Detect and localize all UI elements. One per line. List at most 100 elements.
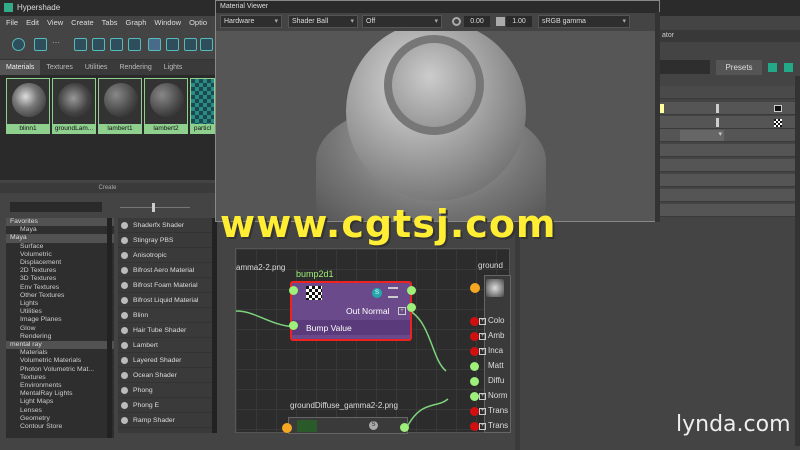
toolbar-button-10[interactable] xyxy=(184,38,197,51)
gamma-field[interactable]: 1.00 xyxy=(506,16,532,27)
ground-input-port[interactable] xyxy=(470,332,479,341)
tree-item[interactable]: Lights xyxy=(6,300,114,308)
ground-output-port[interactable] xyxy=(470,283,480,293)
menu-file[interactable]: File xyxy=(6,16,18,30)
ground-input-port[interactable] xyxy=(470,407,479,416)
expand-icon[interactable]: + xyxy=(479,423,486,430)
tree-item[interactable]: Materials xyxy=(6,349,114,357)
tree-item[interactable]: MentalRay Lights xyxy=(6,390,114,398)
tree-item[interactable]: Rendering xyxy=(6,333,114,341)
node-type-item[interactable]: Hair Tube Shader xyxy=(118,323,212,338)
geometry-dropdown[interactable]: Shader Ball xyxy=(288,15,358,28)
diffuse-node[interactable]: S xyxy=(288,417,408,434)
node-type-item[interactable]: Anisotropic xyxy=(118,248,212,263)
node-type-item[interactable]: Blinn xyxy=(118,308,212,323)
environment-dropdown[interactable]: Off xyxy=(362,15,442,28)
tree-item[interactable]: 2D Textures xyxy=(6,267,114,275)
tree-scrollbar[interactable] xyxy=(107,218,112,438)
toolbar-button-1[interactable] xyxy=(12,38,25,51)
tree-item[interactable]: Env Textures xyxy=(6,284,114,292)
toolbar-button-7[interactable] xyxy=(128,38,141,51)
bump-top-left-port[interactable] xyxy=(289,286,298,295)
swatch-lambert1[interactable]: lambert1 xyxy=(98,78,142,134)
list-icon[interactable] xyxy=(388,287,398,298)
expand-icon[interactable]: + xyxy=(479,393,486,400)
bump-in-port[interactable] xyxy=(289,321,298,330)
tree-item[interactable]: Maya xyxy=(6,226,114,234)
tab-lights[interactable]: Lights xyxy=(158,60,189,75)
attr-slider-handle[interactable] xyxy=(716,104,719,113)
renderer-dropdown[interactable]: Hardware xyxy=(220,15,282,28)
node-type-item[interactable]: Bifrost Aero Material xyxy=(118,263,212,278)
tree-item[interactable]: Volumetric Materials xyxy=(6,357,114,365)
tree-item[interactable]: Geometry xyxy=(6,415,114,423)
tree-item[interactable]: Volumetric xyxy=(6,251,114,259)
toolbar-button-6[interactable] xyxy=(110,38,123,51)
node-type-item[interactable]: Phong xyxy=(118,383,212,398)
diffuse-output-port[interactable] xyxy=(400,423,409,432)
node-type-item[interactable]: Shaderfx Shader xyxy=(118,218,212,233)
map-button-icon[interactable] xyxy=(774,105,782,112)
ground-input-port[interactable] xyxy=(470,392,479,401)
attr-dropdown[interactable]: ▾ xyxy=(680,130,724,141)
menu-create[interactable]: Create xyxy=(71,16,94,30)
colorspace-dropdown[interactable]: sRGB gamma xyxy=(538,15,630,28)
tree-category-header[interactable]: Favorites xyxy=(6,218,114,227)
panel-divider[interactable] xyxy=(515,222,520,450)
tree-item[interactable]: Textures xyxy=(6,374,114,382)
icon-size-slider[interactable] xyxy=(120,203,190,212)
tab-textures[interactable]: Textures xyxy=(40,60,78,75)
tab-utilities[interactable]: Utilities xyxy=(79,60,114,75)
node-type-item[interactable]: Ocean Shader xyxy=(118,368,212,383)
slider-handle[interactable] xyxy=(152,203,155,212)
attribute-dropdown-row[interactable]: ▾ xyxy=(660,129,795,142)
toolbar-button-9[interactable] xyxy=(166,38,179,51)
tree-category-header[interactable]: mental ray xyxy=(6,341,114,350)
attr-slider-handle[interactable] xyxy=(716,118,719,127)
toolbar-button-2[interactable] xyxy=(34,38,47,51)
menu-window[interactable]: Window xyxy=(154,16,181,30)
tree-item[interactable]: Displacement xyxy=(6,259,114,267)
checker-map-icon[interactable] xyxy=(774,119,782,127)
tree-item[interactable]: Contour Store xyxy=(6,423,114,431)
node-type-item[interactable]: Stingray PBS xyxy=(118,233,212,248)
tree-category-header[interactable]: Maya xyxy=(6,234,114,243)
menu-graph[interactable]: Graph xyxy=(126,16,147,30)
attribute-row-slider[interactable] xyxy=(660,116,795,129)
toolbar-button-5[interactable] xyxy=(92,38,105,51)
node-type-item[interactable]: Ramp Shader xyxy=(118,413,212,428)
bump2d1-node[interactable]: bump2d1 S Out Normal + Bump Value xyxy=(290,269,412,341)
bump-top-right-port[interactable] xyxy=(407,286,416,295)
ground-input-port[interactable] xyxy=(470,347,479,356)
tree-item[interactable]: Light Maps xyxy=(6,398,114,406)
node-type-item[interactable]: Bifrost Liquid Material xyxy=(118,293,212,308)
tree-item[interactable]: Environments xyxy=(6,382,114,390)
toolbar-button-8[interactable] xyxy=(148,38,161,51)
toolbar-button-3[interactable]: ⋯ xyxy=(52,38,65,51)
hide-icon[interactable] xyxy=(784,63,793,72)
expand-icon[interactable]: + xyxy=(479,348,486,355)
swatch-blinn1[interactable]: blinn1 xyxy=(6,78,50,134)
ground-input-port[interactable] xyxy=(470,422,479,431)
menu-edit[interactable]: Edit xyxy=(26,16,39,30)
exposure-field[interactable]: 0.00 xyxy=(464,16,490,27)
menu-view[interactable]: View xyxy=(47,16,63,30)
attribute-row-slider[interactable] xyxy=(660,102,795,115)
node-type-item[interactable]: Phong E xyxy=(118,398,212,413)
expand-icon[interactable]: + xyxy=(479,408,486,415)
node-type-item[interactable]: Layered Shader xyxy=(118,353,212,368)
node-type-item[interactable]: Bifrost Foam Material xyxy=(118,278,212,293)
bump-out-port[interactable] xyxy=(407,303,416,312)
ground-input-port[interactable] xyxy=(470,377,479,386)
tree-item[interactable]: Glow xyxy=(6,325,114,333)
ground-input-port[interactable] xyxy=(470,362,479,371)
shader-ball-preview[interactable] xyxy=(216,31,659,221)
tree-item[interactable]: Lenses xyxy=(6,407,114,415)
swatch-particle[interactable]: particl xyxy=(190,78,215,134)
swatch-groundlambert[interactable]: groundLam... xyxy=(52,78,96,134)
menu-options[interactable]: Optio xyxy=(189,16,207,30)
create-filter-input[interactable] xyxy=(10,202,102,212)
tree-item[interactable]: Utilities xyxy=(6,308,114,316)
swatch-lambert2[interactable]: lambert2 xyxy=(144,78,188,134)
node-type-item[interactable]: Lambert xyxy=(118,338,212,353)
